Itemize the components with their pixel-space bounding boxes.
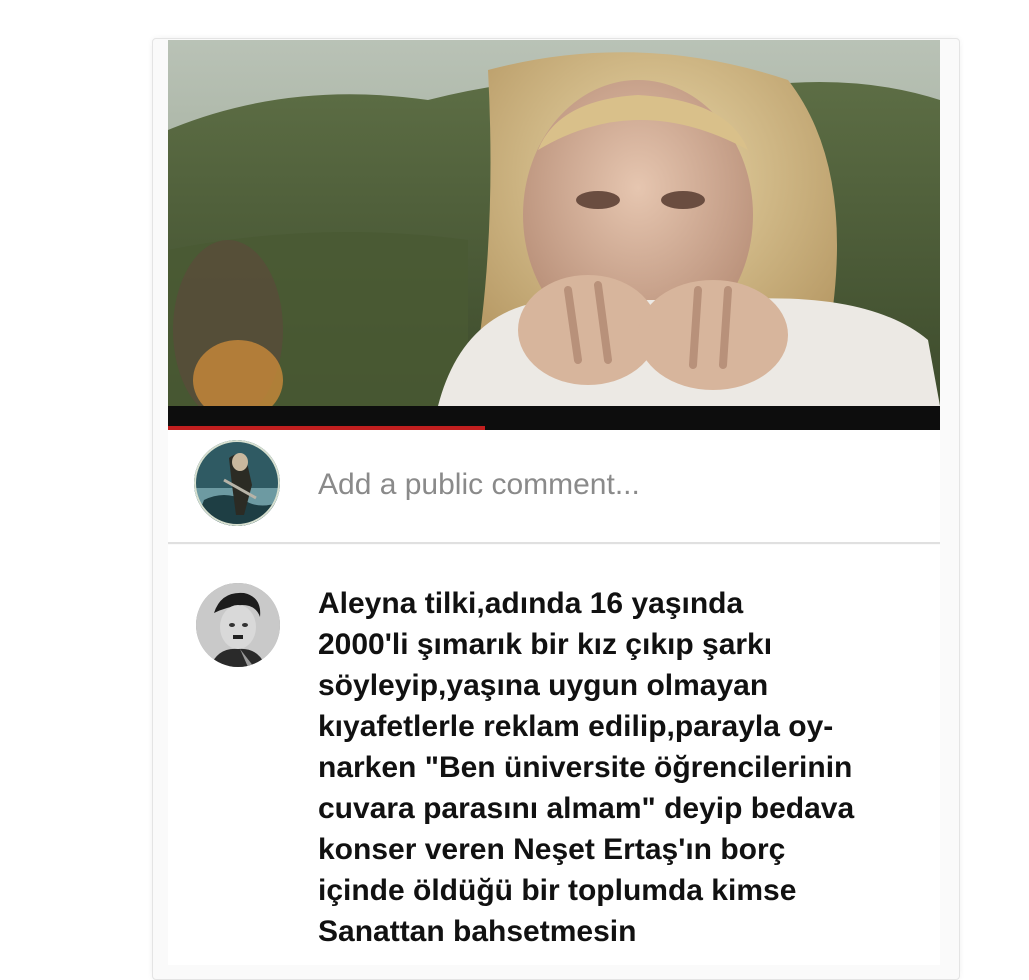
comment-input[interactable]: Add a public comment... xyxy=(318,468,640,502)
current-user-avatar xyxy=(194,440,280,526)
video-frame-image xyxy=(168,40,940,406)
comment-body: Aleyna tilki,adında 16 yaşında 2000'li ş… xyxy=(318,587,855,948)
video-player[interactable] xyxy=(168,40,940,406)
comment-item: Aleyna tilki,adında 16 yaşında 2000'li ş… xyxy=(168,545,940,965)
commenter-avatar[interactable] xyxy=(196,583,280,667)
add-comment-row[interactable]: Add a public comment... xyxy=(168,430,940,544)
video-progress-bar[interactable] xyxy=(168,406,940,430)
